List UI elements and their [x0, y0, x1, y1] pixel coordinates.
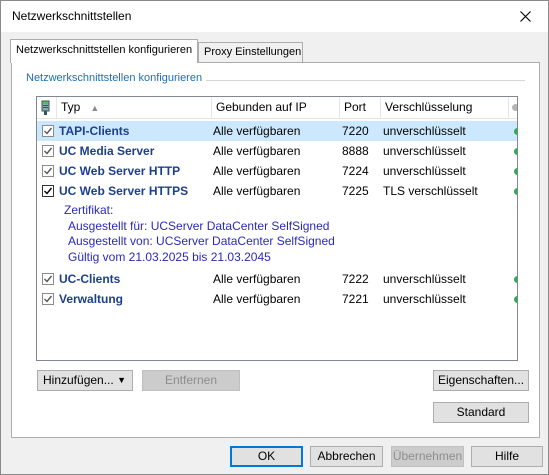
row-port: 7220 [342, 124, 369, 138]
row-type: UC Media Server [59, 144, 155, 158]
network-icon [41, 100, 50, 115]
help-button-label: Hilfe [494, 449, 519, 463]
row-type: Verwaltung [59, 292, 124, 306]
header-encryption-label: Verschlüsselung [385, 100, 473, 114]
row-bound: Alle verfügbaren [213, 164, 301, 178]
row-encryption: unverschlüsselt [383, 292, 466, 306]
header-bound-ip[interactable]: Gebunden auf IP [212, 97, 340, 119]
certificate-validity: Gültig vom 21.03.2025 bis 21.03.2045 [68, 249, 271, 264]
tab-panel: Netzwerkschnittstellen konfigurieren Typ… [11, 62, 540, 438]
list-row-uc-web-server-https[interactable]: UC Web Server HTTPS Alle verfügbaren 722… [37, 181, 517, 201]
row-encryption: unverschlüsselt [383, 164, 466, 178]
ok-button-label: OK [257, 449, 276, 463]
row-encryption: unverschlüsselt [383, 144, 466, 158]
row-encryption: unverschlüsselt [383, 124, 466, 138]
close-icon [519, 11, 531, 22]
row-port: 7221 [342, 292, 369, 306]
header-type-label: Typ [61, 100, 81, 114]
row-type: UC Web Server HTTP [59, 164, 181, 178]
row-port: 7224 [342, 164, 369, 178]
header-icon-column[interactable] [37, 97, 57, 119]
dropdown-arrow-icon: ▼ [117, 375, 126, 385]
checkmark-icon [44, 147, 53, 155]
checkmark-icon [44, 187, 53, 195]
certificate-details: Zertifikat: Ausgestellt für: UCServer Da… [64, 203, 335, 265]
header-bound-label: Gebunden auf IP [216, 100, 307, 114]
cancel-button-label: Abbrechen [317, 449, 376, 463]
checkmark-icon [44, 167, 53, 175]
row-checkbox[interactable] [42, 273, 54, 285]
apply-button-label: Übernehmen [392, 449, 463, 463]
row-bound: Alle verfügbaren [213, 272, 301, 286]
status-ok-icon [514, 128, 517, 135]
status-header-dot-icon [512, 104, 517, 111]
header-status[interactable] [509, 97, 517, 119]
row-bound: Alle verfügbaren [213, 144, 301, 158]
title-bar: Netzwerkschnittstellen [1, 1, 548, 32]
certificate-issued-by: Ausgestellt von: UCServer DataCenter Sel… [68, 234, 335, 248]
properties-button[interactable]: Eigenschaften... [433, 370, 529, 391]
row-checkbox[interactable] [42, 165, 54, 177]
certificate-issued-for: Ausgestellt für: UCServer DataCenter Sel… [68, 218, 330, 233]
standard-button-label: Standard [456, 405, 506, 419]
window-title: Netzwerkschnittstellen [12, 9, 132, 23]
interfaces-list[interactable]: Typ ▲ Gebunden auf IP Port Verschlüsselun… [36, 96, 518, 361]
sort-ascending-icon: ▲ [90, 103, 100, 113]
list-row-uc-media-server[interactable]: UC Media Server Alle verfügbaren 8888 un… [37, 141, 517, 161]
list-row-verwaltung[interactable]: Verwaltung Alle verfügbaren 7221 unversc… [37, 289, 517, 309]
tab-label: Proxy Einstellungen [204, 46, 302, 58]
status-ok-icon [514, 276, 517, 283]
dialog-window: Netzwerkschnittstellen Netzwerkschnittst… [0, 0, 549, 475]
checkmark-icon [44, 275, 53, 283]
row-encryption: unverschlüsselt [383, 272, 466, 286]
row-type: UC Web Server HTTPS [59, 184, 189, 198]
group-title: Netzwerkschnittstellen konfigurieren [26, 72, 207, 84]
checkmark-icon [44, 127, 53, 135]
status-ok-icon [514, 188, 517, 195]
close-button[interactable] [502, 1, 548, 32]
row-checkbox[interactable] [42, 293, 54, 305]
status-ok-icon [514, 168, 517, 175]
properties-button-label: Eigenschaften... [437, 373, 525, 387]
list-row-uc-web-server-http[interactable]: UC Web Server HTTP Alle verfügbaren 7224… [37, 161, 517, 181]
status-ok-icon [514, 296, 517, 303]
add-button-label: Hinzufügen... [43, 373, 114, 387]
tab-label: Netzwerkschnittstellen konfigurieren [16, 44, 193, 56]
row-bound: Alle verfügbaren [213, 124, 301, 138]
list-row-uc-clients[interactable]: UC-Clients Alle verfügbaren 7222 unversc… [37, 269, 517, 289]
remove-button-label: Entfernen [164, 373, 218, 387]
row-bound: Alle verfügbaren [213, 292, 301, 306]
apply-button[interactable]: Übernehmen [391, 446, 464, 467]
cancel-button[interactable]: Abbrechen [310, 446, 383, 467]
header-port[interactable]: Port [340, 97, 381, 119]
list-row-tapi-clients[interactable]: TAPI-Clients Alle verfügbaren 7220 unver… [37, 121, 517, 141]
row-checkbox[interactable] [42, 145, 54, 157]
ok-button[interactable]: OK [230, 446, 303, 467]
remove-button[interactable]: Entfernen [142, 370, 240, 391]
row-port: 7222 [342, 272, 369, 286]
certificate-heading: Zertifikat: [64, 203, 114, 217]
header-encryption[interactable]: Verschlüsselung [381, 97, 509, 119]
add-dropdown-button[interactable]: Hinzufügen... ▼ [37, 370, 133, 391]
row-type: TAPI-Clients [59, 124, 130, 138]
row-encryption: TLS verschlüsselt [383, 184, 478, 198]
row-port: 7225 [342, 184, 369, 198]
list-header: Typ ▲ Gebunden auf IP Port Verschlüsselun… [37, 97, 517, 119]
row-bound: Alle verfügbaren [213, 184, 301, 198]
row-checkbox[interactable] [42, 185, 54, 197]
header-type[interactable]: Typ ▲ [57, 97, 212, 119]
tab-proxy-settings[interactable]: Proxy Einstellungen [198, 42, 303, 62]
standard-button[interactable]: Standard [433, 402, 529, 423]
help-button[interactable]: Hilfe [471, 446, 543, 467]
status-ok-icon [514, 148, 517, 155]
checkmark-icon [44, 295, 53, 303]
tab-configure-interfaces[interactable]: Netzwerkschnittstellen konfigurieren [10, 39, 198, 63]
row-port: 8888 [342, 144, 369, 158]
header-port-label: Port [344, 100, 367, 114]
row-checkbox[interactable] [42, 125, 54, 137]
row-type: UC-Clients [59, 272, 121, 286]
